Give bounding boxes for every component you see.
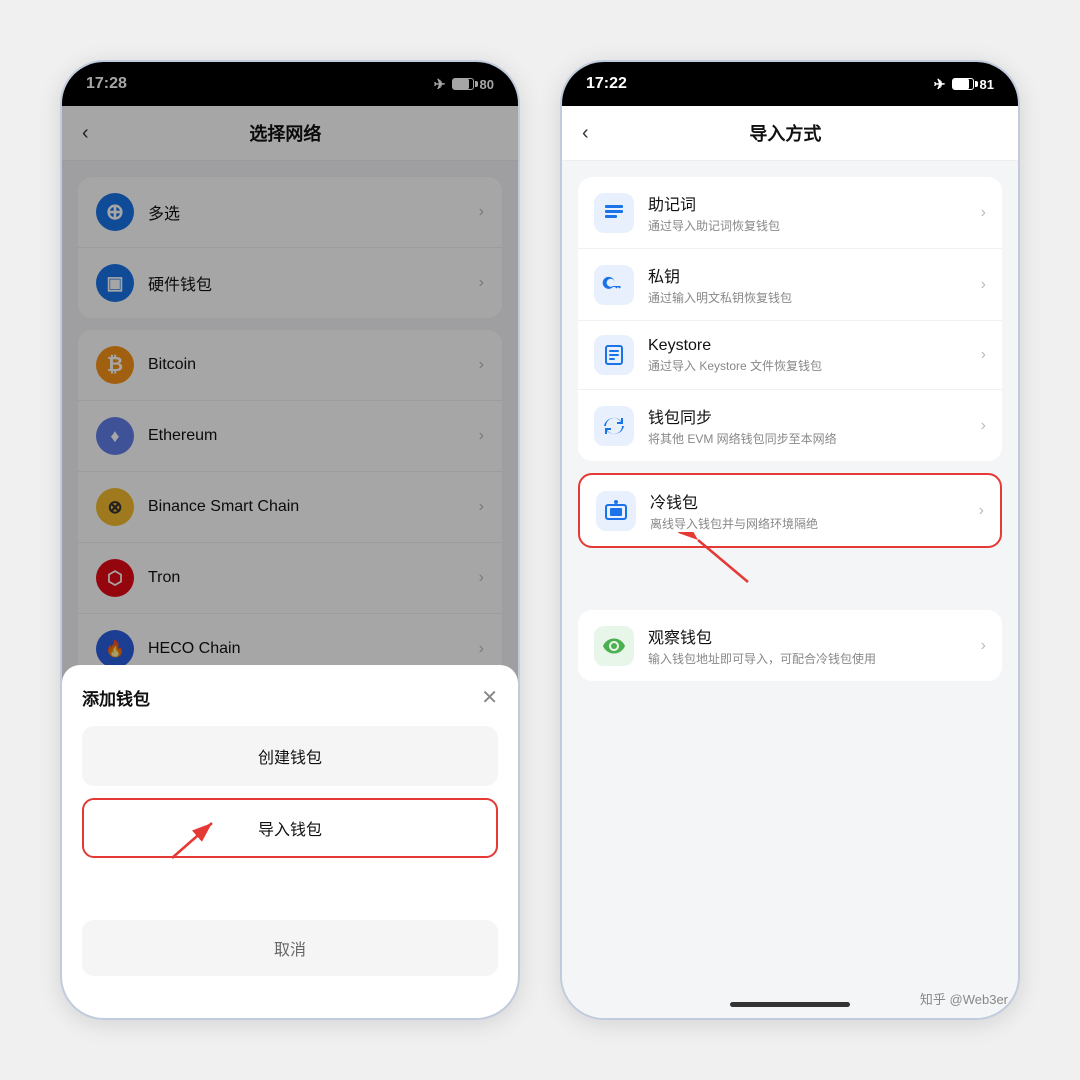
privatekey-icon: [594, 265, 634, 305]
import-group-1: 助记词 通过导入助记词恢复钱包 › 私钥 通过输入明文私钥恢复钱包 ›: [578, 177, 1002, 461]
status-icons-right: ✈ 81: [934, 76, 994, 93]
cold-wallet-section: 冷钱包 离线导入钱包并与网络环境隔绝 ›: [578, 473, 1002, 548]
sync-chevron: ›: [981, 417, 986, 435]
mnemonic-desc: 通过导入助记词恢复钱包: [648, 217, 981, 234]
sync-title: 钱包同步: [648, 404, 981, 428]
watch-wallet-section: 观察钱包 输入钱包地址即可导入，可配合冷钱包使用 ›: [578, 610, 1002, 681]
create-wallet-button[interactable]: 创建钱包: [82, 726, 498, 786]
cancel-button[interactable]: 取消: [82, 920, 498, 976]
mnemonic-content: 助记词 通过导入助记词恢复钱包: [648, 191, 981, 234]
watch-content: 观察钱包 输入钱包地址即可导入，可配合冷钱包使用: [648, 624, 981, 667]
privatekey-chevron: ›: [981, 276, 986, 294]
privatekey-desc: 通过输入明文私钥恢复钱包: [648, 289, 981, 306]
airplane-icon-right: ✈: [934, 76, 946, 93]
bottom-sheet-overlay: 添加钱包 ✕ 创建钱包 导入钱包: [62, 62, 518, 1018]
keystore-chevron: ›: [981, 346, 986, 364]
bottom-sheet-title: 添加钱包: [82, 685, 150, 710]
nav-bar-right: ‹ 导入方式: [562, 106, 1018, 161]
arrow-annotation-right: [678, 532, 758, 592]
keystore-desc: 通过导入 Keystore 文件恢复钱包: [648, 357, 981, 374]
sync-desc: 将其他 EVM 网络钱包同步至本网络: [648, 430, 981, 447]
privatekey-title: 私钥: [648, 263, 981, 287]
time-right: 17:22: [586, 75, 627, 93]
import-list-container: 助记词 通过导入助记词恢复钱包 › 私钥 通过输入明文私钥恢复钱包 ›: [562, 161, 1018, 990]
cold-icon: [596, 491, 636, 531]
import-item-cold[interactable]: 冷钱包 离线导入钱包并与网络环境隔绝 ›: [580, 475, 1000, 546]
close-icon[interactable]: ✕: [481, 688, 498, 708]
mnemonic-icon: [594, 193, 634, 233]
cold-chevron: ›: [979, 502, 984, 520]
import-item-keystore[interactable]: Keystore 通过导入 Keystore 文件恢复钱包 ›: [578, 321, 1002, 390]
status-bar-right: 17:22 ✈ 81: [562, 62, 1018, 106]
import-wallet-button[interactable]: 导入钱包: [82, 798, 498, 858]
cold-title: 冷钱包: [650, 489, 979, 513]
watch-icon: [594, 626, 634, 666]
sync-icon: [594, 406, 634, 446]
right-phone: 17:22 ✈ 81 ‹ 导入方式: [560, 60, 1020, 1020]
import-item-watch[interactable]: 观察钱包 输入钱包地址即可导入，可配合冷钱包使用 ›: [578, 610, 1002, 681]
back-button-right[interactable]: ‹: [582, 123, 589, 143]
sync-content: 钱包同步 将其他 EVM 网络钱包同步至本网络: [648, 404, 981, 447]
import-item-sync[interactable]: 钱包同步 将其他 EVM 网络钱包同步至本网络 ›: [578, 390, 1002, 461]
mnemonic-title: 助记词: [648, 191, 981, 215]
page-content-right: ‹ 导入方式 助记词 通过导入助记词恢复钱包 ›: [562, 106, 1018, 990]
import-item-mnemonic[interactable]: 助记词 通过导入助记词恢复钱包 ›: [578, 177, 1002, 249]
cold-desc: 离线导入钱包并与网络环境隔绝: [650, 515, 979, 532]
battery-label-right: 81: [980, 77, 994, 92]
watermark: 知乎 @Web3er: [920, 989, 1008, 1008]
keystore-content: Keystore 通过导入 Keystore 文件恢复钱包: [648, 337, 981, 374]
page-title-right: 导入方式: [601, 120, 970, 146]
watch-title: 观察钱包: [648, 624, 981, 648]
cold-content: 冷钱包 离线导入钱包并与网络环境隔绝: [650, 489, 979, 532]
keystore-title: Keystore: [648, 337, 981, 355]
bottom-sheet-header: 添加钱包 ✕: [82, 685, 498, 710]
mnemonic-chevron: ›: [981, 204, 986, 222]
watch-desc: 输入钱包地址即可导入，可配合冷钱包使用: [648, 650, 981, 667]
bottom-sheet: 添加钱包 ✕ 创建钱包 导入钱包: [62, 665, 518, 1018]
import-item-privatekey[interactable]: 私钥 通过输入明文私钥恢复钱包 ›: [578, 249, 1002, 321]
privatekey-content: 私钥 通过输入明文私钥恢复钱包: [648, 263, 981, 306]
left-phone: 17:28 ✈ 80 ‹ 选择网络 ⊕ 多选 ›: [60, 60, 520, 1020]
home-bar-right: [730, 1002, 850, 1007]
arrow-annotation-left: [162, 813, 232, 863]
watch-chevron: ›: [981, 637, 986, 655]
battery-icon-right: [952, 78, 974, 90]
keystore-icon: [594, 335, 634, 375]
